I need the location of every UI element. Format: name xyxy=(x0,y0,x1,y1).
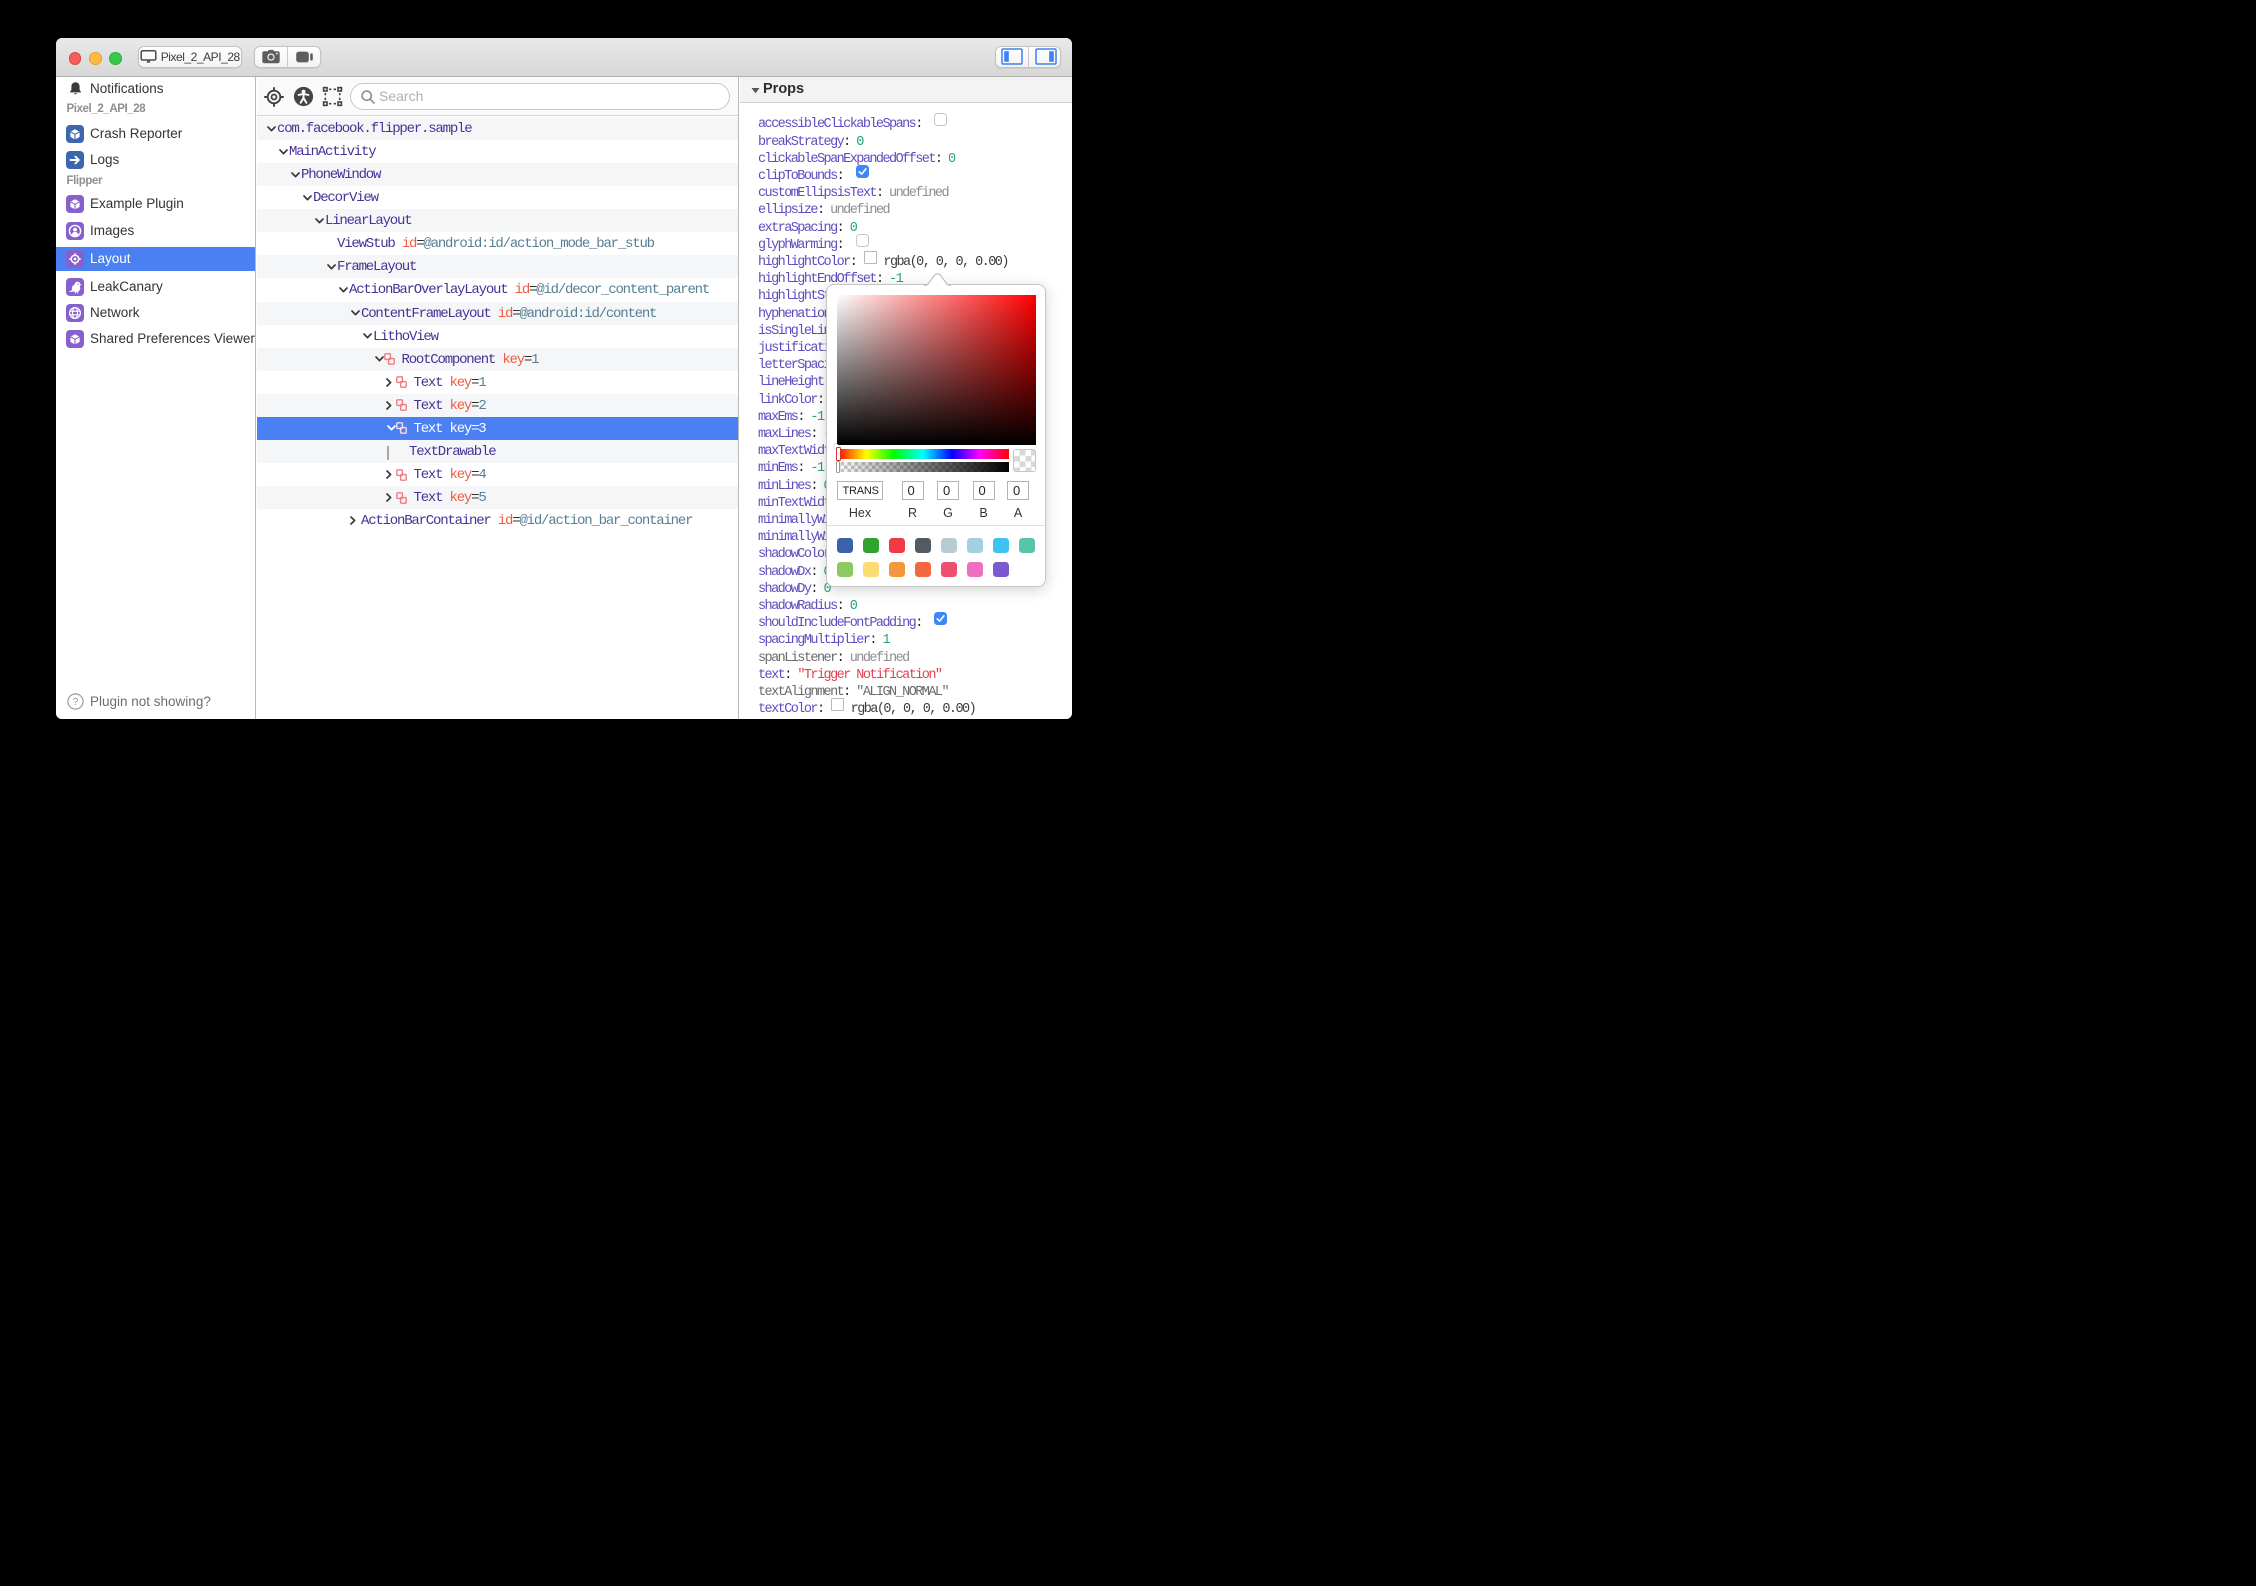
svg-text:?: ? xyxy=(73,696,79,708)
